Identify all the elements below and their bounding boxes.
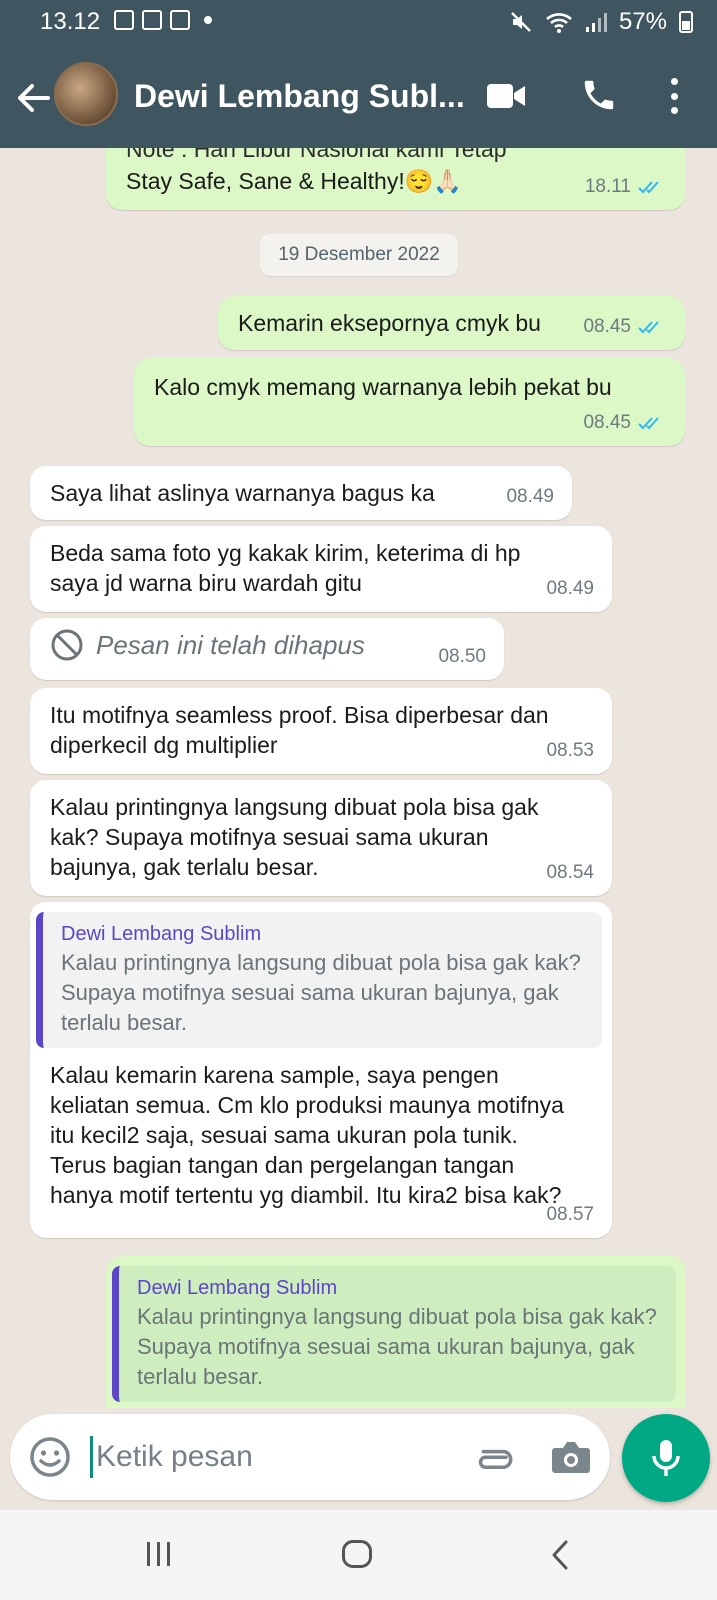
text-caret bbox=[90, 1436, 93, 1478]
double-tick-icon bbox=[638, 417, 659, 430]
avatar[interactable] bbox=[54, 62, 118, 126]
message-bubble-outgoing[interactable]: Note : Hari Libur Nasional kami Tetap St… bbox=[106, 148, 685, 210]
message-text: Kalo cmyk memang warnanya lebih pekat bu bbox=[154, 374, 612, 400]
message-bubble-reply-incoming[interactable]: Dewi Lembang Sublim Kalau printingnya la… bbox=[30, 902, 612, 1238]
message-text: Kalau kemarin karena sample, saya pengen… bbox=[50, 1062, 564, 1208]
quoted-message[interactable]: Dewi Lembang Sublim Kalau printingnya la… bbox=[36, 912, 602, 1048]
message-input[interactable] bbox=[96, 1432, 456, 1482]
message-meta: 08.57 bbox=[546, 1200, 594, 1230]
message-bubble-outgoing[interactable]: Kemarin eksepornya cmyk bu 08.45 bbox=[218, 296, 685, 350]
date-chip: 19 Desember 2022 bbox=[260, 234, 458, 276]
deleted-message: Pesan ini telah dihapus bbox=[50, 628, 484, 662]
message-text: Note : Hari Libur Nasional kami Tetap bbox=[126, 148, 507, 162]
battery-percent: 57% bbox=[618, 8, 667, 35]
back-arrow-icon[interactable] bbox=[12, 78, 52, 118]
home-icon[interactable] bbox=[342, 1540, 372, 1568]
message-bubble-incoming[interactable]: Itu motifnya seamless proof. Bisa diperb… bbox=[30, 688, 612, 774]
quoted-message[interactable]: Dewi Lembang Sublim Kalau printingnya la… bbox=[112, 1266, 676, 1402]
mic-icon bbox=[652, 1440, 680, 1476]
phone-icon[interactable] bbox=[580, 76, 618, 114]
message-text: Beda sama foto yg kakak kirim, keterima … bbox=[50, 540, 521, 596]
status-right: 57% bbox=[509, 8, 693, 36]
message-text: Kalau printingnya langsung dibuat pola b… bbox=[50, 794, 539, 880]
message-bubble-deleted[interactable]: Pesan ini telah dihapus 08.50 bbox=[30, 618, 504, 680]
double-tick-icon bbox=[638, 181, 659, 194]
message-time: 08.57 bbox=[546, 1204, 594, 1225]
message-bubble-outgoing[interactable]: Kalo cmyk memang warnanya lebih pekat bu… bbox=[134, 358, 685, 446]
quoted-text: Kalau printingnya langsung dibuat pola b… bbox=[137, 1304, 657, 1389]
app-bar: 13.12 57% Dewi Lembang Subl... bbox=[0, 0, 717, 148]
video-call-icon[interactable] bbox=[486, 80, 526, 112]
message-text: Itu motifnya seamless proof. Bisa diperb… bbox=[50, 702, 549, 758]
chat-header: Dewi Lembang Subl... bbox=[0, 50, 717, 146]
message-bubble-reply-outgoing[interactable]: Dewi Lembang Sublim Kalau printingnya la… bbox=[106, 1256, 686, 1408]
message-meta: 08.49 bbox=[506, 482, 554, 512]
news-notification-icon bbox=[142, 10, 162, 30]
message-time: 08.49 bbox=[546, 578, 594, 599]
message-meta: 08.50 bbox=[438, 642, 486, 672]
message-bubble-incoming[interactable]: Saya lihat aslinya warnanya bagus ka 08.… bbox=[30, 466, 572, 520]
message-time: 08.54 bbox=[546, 862, 594, 883]
wifi-icon bbox=[546, 13, 572, 33]
message-bubble-incoming[interactable]: Beda sama foto yg kakak kirim, keterima … bbox=[30, 526, 612, 612]
attach-icon[interactable] bbox=[472, 1436, 516, 1480]
message-meta: 08.45 bbox=[583, 312, 667, 342]
emoji-icon[interactable] bbox=[28, 1435, 72, 1479]
deleted-text: Pesan ini telah dihapus bbox=[96, 630, 365, 660]
more-notifications-icon bbox=[204, 16, 212, 24]
message-meta: 08.53 bbox=[546, 736, 594, 766]
camera-icon[interactable] bbox=[550, 1438, 592, 1476]
notification-icons bbox=[114, 10, 212, 30]
app-notification-icon bbox=[170, 10, 190, 30]
contact-name[interactable]: Dewi Lembang Subl... bbox=[134, 78, 465, 115]
quoted-sender: Dewi Lembang Sublim bbox=[61, 923, 262, 945]
status-bar: 13.12 57% bbox=[0, 0, 717, 44]
chat-area[interactable]: Note : Hari Libur Nasional kami Tetap St… bbox=[0, 148, 717, 1408]
battery-icon bbox=[679, 11, 693, 33]
message-meta: 08.49 bbox=[546, 574, 594, 604]
message-bubble-incoming[interactable]: Kalau printingnya langsung dibuat pola b… bbox=[30, 780, 612, 896]
mic-button[interactable] bbox=[622, 1414, 710, 1502]
quoted-sender: Dewi Lembang Sublim bbox=[137, 1277, 338, 1299]
message-time: 08.49 bbox=[506, 486, 554, 507]
deleted-icon bbox=[51, 629, 83, 661]
message-time: 18.11 bbox=[584, 176, 631, 197]
double-tick-icon bbox=[638, 321, 659, 334]
more-options-icon[interactable] bbox=[664, 78, 684, 114]
message-meta: 18.11 bbox=[585, 172, 667, 202]
mute-icon bbox=[511, 12, 531, 32]
recents-icon[interactable] bbox=[144, 1540, 174, 1568]
message-time: 08.45 bbox=[583, 316, 631, 337]
message-time: 08.53 bbox=[546, 740, 594, 761]
back-icon[interactable] bbox=[550, 1540, 570, 1570]
message-composer bbox=[10, 1414, 610, 1500]
quoted-text: Kalau printingnya langsung dibuat pola b… bbox=[61, 950, 581, 1035]
message-time: 08.50 bbox=[438, 646, 486, 667]
gallery-notification-icon bbox=[114, 10, 134, 30]
message-time: 08.45 bbox=[583, 412, 631, 433]
message-meta: 08.45 bbox=[583, 408, 667, 438]
signal-icon bbox=[585, 13, 607, 32]
message-text: Saya lihat aslinya warnanya bagus ka bbox=[50, 480, 435, 506]
system-nav-bar bbox=[0, 1510, 717, 1600]
message-meta: 08.54 bbox=[546, 858, 594, 888]
status-time: 13.12 bbox=[40, 8, 101, 35]
